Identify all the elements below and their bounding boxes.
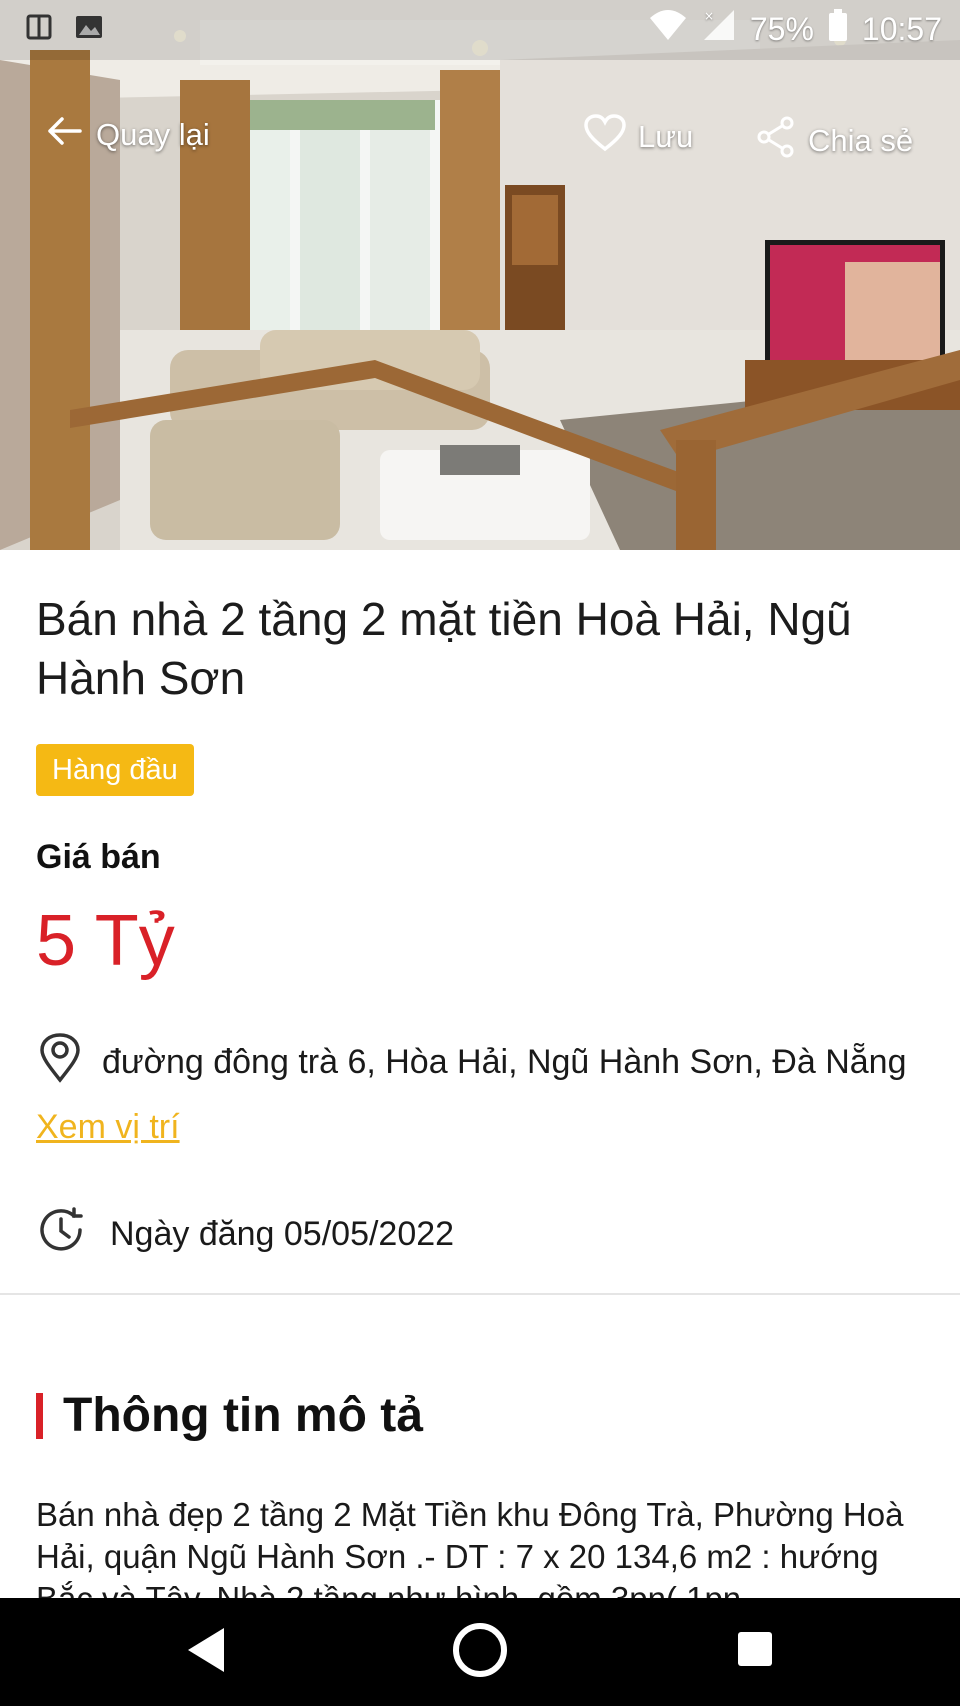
notification-icon — [26, 12, 52, 47]
nav-home-icon[interactable] — [452, 1622, 508, 1683]
system-navigation-bar — [0, 1598, 960, 1706]
image-icon — [74, 12, 104, 47]
top-listing-badge: Hàng đầu — [36, 744, 194, 796]
signal-icon: × — [702, 8, 736, 50]
wifi-icon — [648, 8, 688, 50]
status-bar: × 75% 10:57 — [0, 0, 960, 56]
save-label: Lưu — [638, 119, 694, 154]
description-section-header: Thông tin mô tả — [36, 1388, 423, 1443]
price-label: Giá bán — [36, 838, 161, 876]
back-button[interactable]: Quay lại — [46, 116, 210, 154]
nav-recents-icon[interactable] — [736, 1630, 774, 1673]
share-icon — [756, 116, 796, 166]
listing-photo[interactable] — [0, 0, 960, 550]
battery-percent: 75% — [749, 10, 814, 47]
battery-icon — [828, 8, 848, 50]
address-row: đường đông trà 6, Hòa Hải, Ngũ Hành Sơn,… — [36, 1033, 960, 1092]
location-pin-icon — [36, 1033, 84, 1092]
share-label: Chia sẻ — [808, 123, 914, 158]
view-location-link[interactable]: Xem vị trí — [36, 1108, 180, 1147]
section-divider — [0, 1293, 960, 1295]
top-action-bar: Quay lại Lưu Chia sẻ — [0, 110, 960, 170]
clock-icon — [36, 1205, 86, 1264]
posted-date-text: Ngày đăng 05/05/2022 — [110, 1215, 455, 1253]
svg-text:×: × — [704, 9, 714, 23]
save-button[interactable]: Lưu — [584, 114, 693, 160]
heart-icon — [584, 114, 626, 160]
arrow-left-icon — [46, 116, 82, 154]
price-value: 5 Tỷ — [36, 901, 175, 981]
description-heading: Thông tin mô tả — [63, 1389, 423, 1442]
listing-title: Bán nhà 2 tầng 2 mặt tiền Hoà Hải, Ngũ H… — [36, 593, 852, 704]
clock: 10:57 — [861, 10, 942, 47]
section-accent-bar — [36, 1392, 43, 1439]
back-label: Quay lại — [96, 117, 210, 152]
share-button[interactable]: Chia sẻ — [756, 116, 913, 166]
nav-back-icon[interactable] — [184, 1624, 228, 1681]
address-text: đường đông trà 6, Hòa Hải, Ngũ Hành Sơn,… — [102, 1043, 907, 1081]
posted-date-row: Ngày đăng 05/05/2022 — [36, 1205, 454, 1264]
